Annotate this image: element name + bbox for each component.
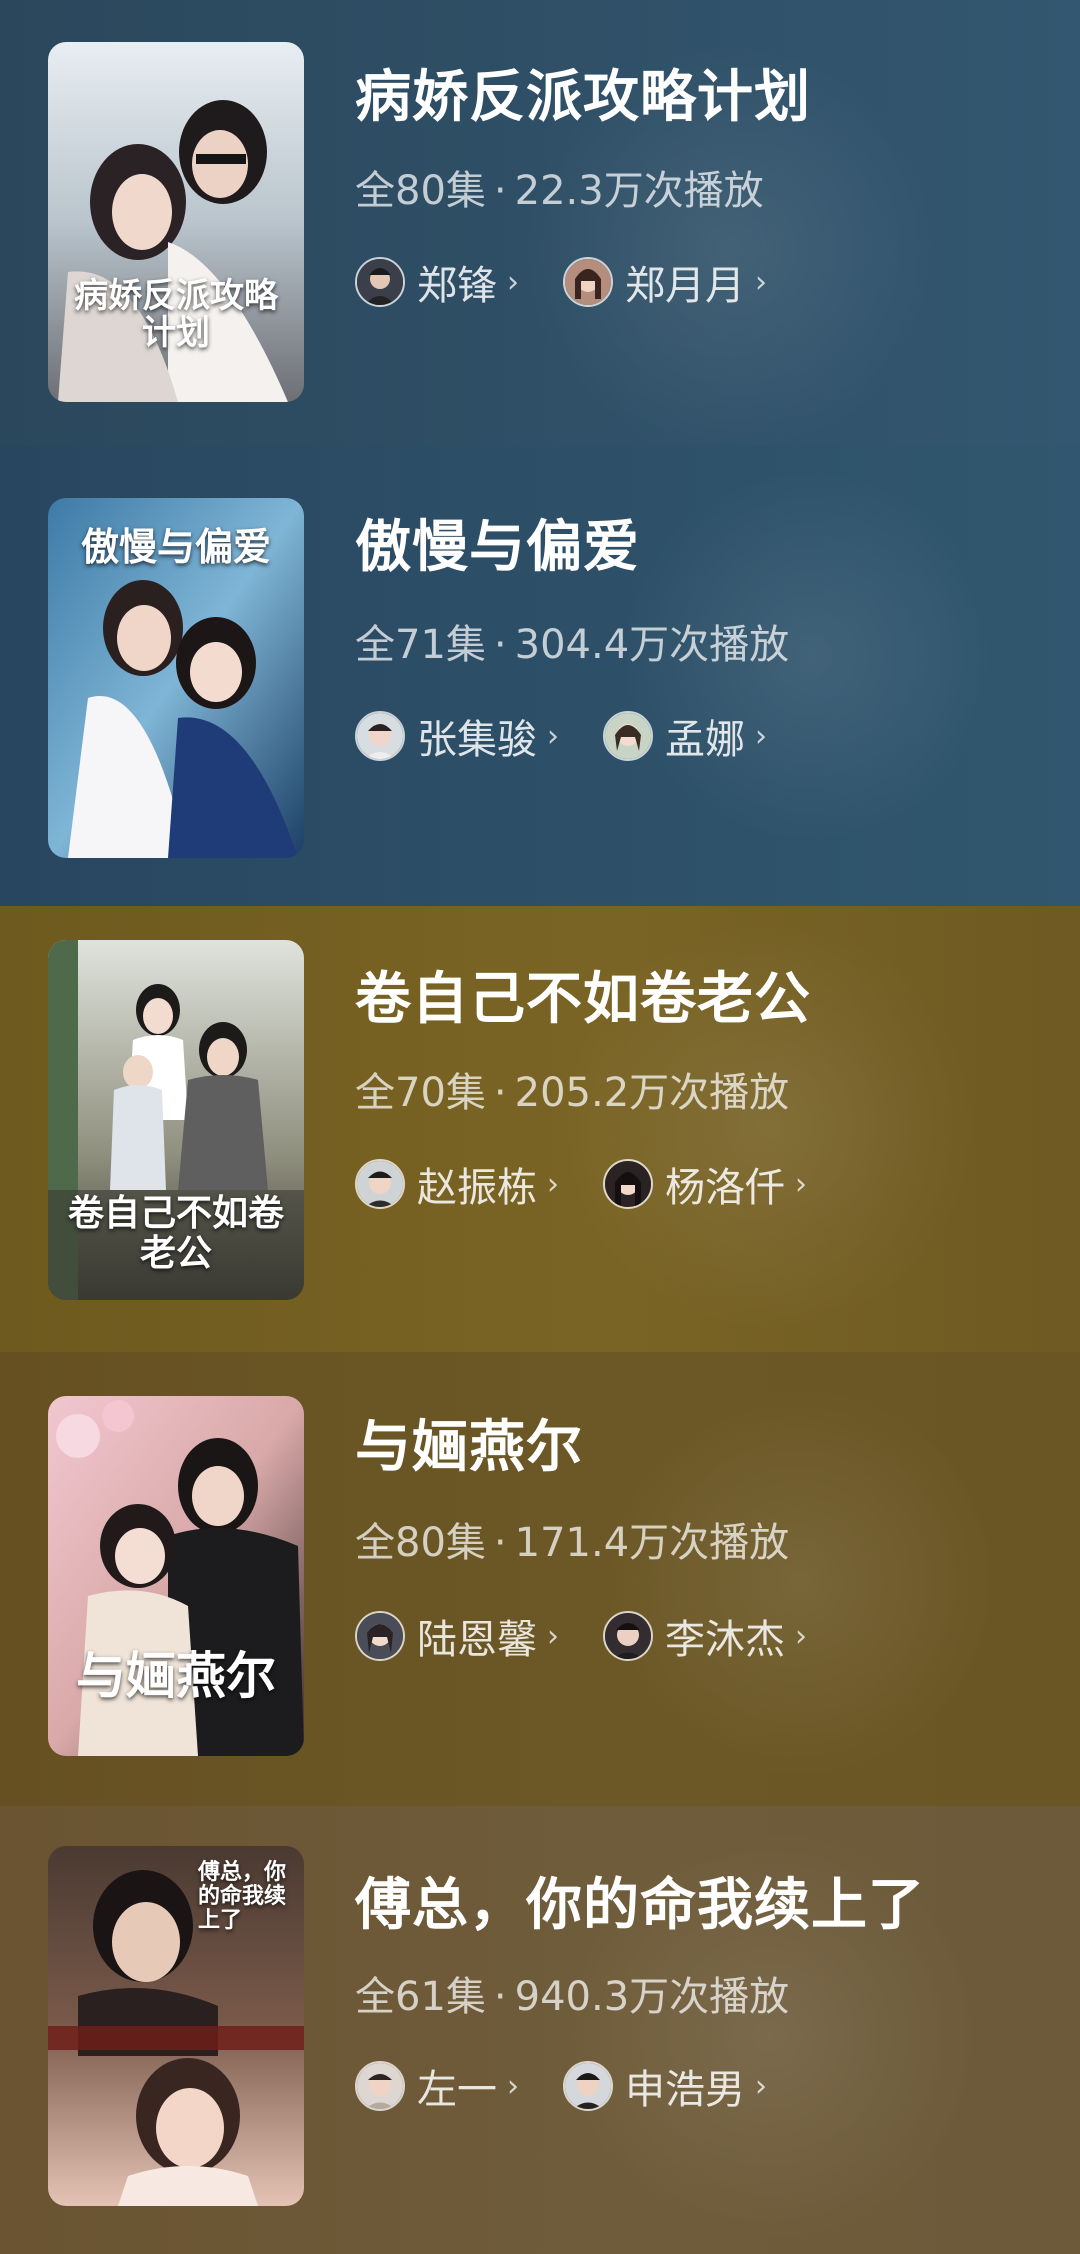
drama-card[interactable]: 与婳燕尔 与婳燕尔 全80集 · 171.4万次播放 陆恩馨 › 李沐杰 › (0, 1352, 1080, 1806)
drama-meta: 全71集 · 304.4万次播放 (355, 612, 789, 670)
episode-count: 全61集 (355, 1974, 486, 2020)
drama-meta: 全70集 · 205.2万次播放 (355, 1060, 789, 1118)
actor-list: 张集骏 › 孟娜 › (355, 711, 767, 763)
actor-name: 李沐杰 (665, 1617, 785, 1663)
actor-list: 赵振栋 › 杨洛仟 › (355, 1159, 807, 1211)
chevron-right-icon: › (547, 1618, 559, 1654)
actor-list: 郑锋 › 郑月月 › (355, 257, 767, 309)
drama-meta: 全61集 · 940.3万次播放 (355, 1964, 789, 2022)
poster-title: 与婳燕尔 (76, 1646, 276, 1705)
actor-name: 张集骏 (417, 717, 537, 763)
avatar (355, 1159, 405, 1209)
drama-title[interactable]: 傲慢与偏爱 (355, 502, 640, 583)
actor-link[interactable]: 赵振栋 › (355, 1155, 559, 1213)
actor-list: 陆恩馨 › 李沐杰 › (355, 1611, 807, 1663)
actor-link[interactable]: 郑月月 › (563, 253, 767, 311)
episode-count: 全70集 (355, 1070, 486, 1116)
actor-link[interactable]: 李沐杰 › (603, 1607, 807, 1665)
poster-title: 病娇反派攻略计划 (74, 276, 278, 354)
play-count: 22.3万次播放 (514, 168, 764, 214)
drama-card[interactable]: 傲慢与偏爱 傲慢与偏爱 全71集 · 304.4万次播放 张集骏 › 孟娜 › (0, 446, 1080, 906)
actor-link[interactable]: 杨洛仟 › (603, 1155, 807, 1213)
drama-title[interactable]: 病娇反派攻略计划 (355, 52, 811, 133)
drama-meta: 全80集 · 171.4万次播放 (355, 1510, 789, 1568)
chevron-right-icon: › (755, 264, 767, 300)
drama-card[interactable]: 病娇反派攻略计划 病娇反派攻略计划 全80集 · 22.3万次播放 郑锋 › 郑月月… (0, 0, 1080, 446)
episode-count: 全80集 (355, 1520, 486, 1566)
avatar (603, 1159, 653, 1209)
drama-list: 病娇反派攻略计划 病娇反派攻略计划 全80集 · 22.3万次播放 郑锋 › 郑月月… (0, 0, 1080, 2254)
drama-poster[interactable]: 与婳燕尔 (48, 1396, 304, 1756)
avatar (355, 2061, 405, 2111)
avatar (603, 1611, 653, 1661)
play-count: 940.3万次播放 (514, 1974, 790, 2020)
drama-title[interactable]: 傅总，你的命我续上了 (355, 1860, 925, 1941)
actor-name: 杨洛仟 (665, 1165, 785, 1211)
actor-link[interactable]: 张集骏 › (355, 707, 559, 765)
actor-link[interactable]: 郑锋 › (355, 253, 519, 311)
actor-name: 孟娜 (665, 717, 745, 763)
drama-title[interactable]: 卷自己不如卷老公 (355, 954, 811, 1035)
drama-title[interactable]: 与婳燕尔 (355, 1402, 583, 1483)
play-count: 171.4万次播放 (514, 1520, 790, 1566)
avatar (563, 2061, 613, 2111)
drama-meta: 全80集 · 22.3万次播放 (355, 158, 764, 216)
actor-link[interactable]: 陆恩馨 › (355, 1607, 559, 1665)
chevron-right-icon: › (507, 2068, 519, 2104)
drama-poster[interactable]: 傅总，你的命我续上了 (48, 1846, 304, 2206)
actor-name: 左一 (417, 2067, 497, 2113)
chevron-right-icon: › (547, 1166, 559, 1202)
actor-name: 郑月月 (625, 263, 745, 309)
drama-poster[interactable]: 病娇反派攻略计划 (48, 42, 304, 402)
meta-separator: · (493, 622, 507, 668)
avatar (355, 257, 405, 307)
episode-count: 全71集 (355, 622, 486, 668)
play-count: 205.2万次播放 (514, 1070, 790, 1116)
poster-title: 卷自己不如卷老公 (67, 1192, 284, 1274)
drama-card[interactable]: 卷自己不如卷老公 卷自己不如卷老公 全70集 · 205.2万次播放 赵振栋 › 杨… (0, 906, 1080, 1352)
chevron-right-icon: › (755, 718, 767, 754)
meta-separator: · (493, 1520, 507, 1566)
chevron-right-icon: › (795, 1166, 807, 1202)
drama-card[interactable]: 傅总，你的命我续上了 傅总，你的命我续上了 全61集 · 940.3万次播放 左一 … (0, 1806, 1080, 2254)
play-count: 304.4万次播放 (514, 622, 790, 668)
chevron-right-icon: › (755, 2068, 767, 2104)
avatar (355, 1611, 405, 1661)
drama-poster[interactable]: 傲慢与偏爱 (48, 498, 304, 858)
poster-title: 傲慢与偏爱 (80, 524, 271, 569)
meta-separator: · (493, 1070, 507, 1116)
chevron-right-icon: › (547, 718, 559, 754)
actor-link[interactable]: 孟娜 › (603, 707, 767, 765)
meta-separator: · (493, 1974, 507, 2020)
actor-link[interactable]: 左一 › (355, 2057, 519, 2115)
avatar (603, 711, 653, 761)
avatar (563, 257, 613, 307)
poster-title: 傅总，你的命我续上了 (198, 1859, 287, 1934)
actor-link[interactable]: 申浩男 › (563, 2057, 767, 2115)
meta-separator: · (493, 168, 507, 214)
avatar (355, 711, 405, 761)
episode-count: 全80集 (355, 168, 486, 214)
chevron-right-icon: › (507, 264, 519, 300)
drama-poster[interactable]: 卷自己不如卷老公 (48, 940, 304, 1300)
actor-list: 左一 › 申浩男 › (355, 2061, 767, 2113)
actor-name: 郑锋 (417, 263, 497, 309)
actor-name: 申浩男 (625, 2067, 745, 2113)
chevron-right-icon: › (795, 1618, 807, 1654)
actor-name: 陆恩馨 (417, 1617, 537, 1663)
actor-name: 赵振栋 (417, 1165, 537, 1211)
